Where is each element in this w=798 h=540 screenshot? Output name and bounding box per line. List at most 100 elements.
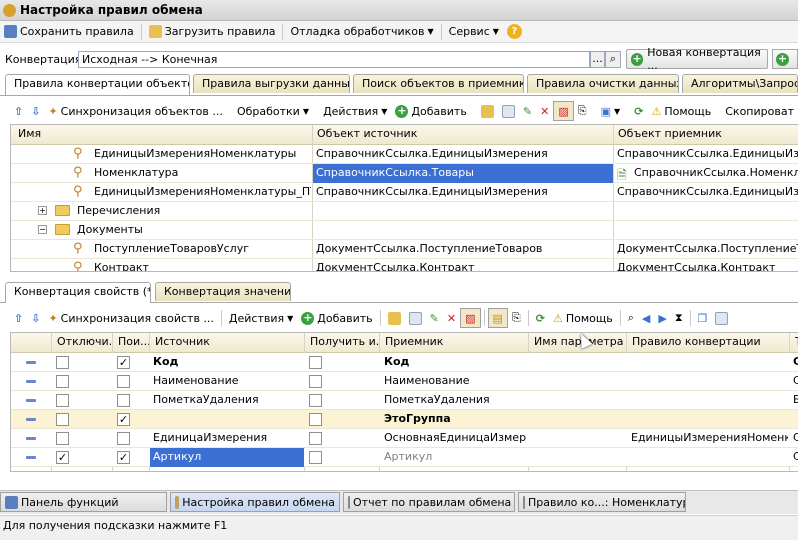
prev-button[interactable]: ◀ [638, 308, 654, 328]
get-checkbox[interactable] [309, 413, 322, 426]
col-type[interactable]: Т [792, 333, 798, 351]
conversion-field[interactable]: Исходная --> Конечная [78, 51, 590, 68]
add-folder-button[interactable] [477, 101, 498, 121]
col-disable[interactable]: Отключи... [54, 333, 112, 351]
tab-object-conversion-rules[interactable]: Правила конвертации объектов [5, 74, 190, 95]
actions-menu[interactable]: Действия ▼ [225, 308, 297, 328]
table-row[interactable]: ⚲ ПоступлениеТоваровУслуг ДокументСсылка.П… [11, 240, 798, 259]
add-button[interactable]: + Добавить [391, 101, 470, 121]
actions-menu[interactable]: Действия ▼ [319, 101, 391, 121]
sort-button[interactable]: ⧗ [671, 308, 687, 328]
add-folder-button[interactable] [384, 308, 405, 328]
search-checkbox[interactable] [117, 394, 130, 407]
tab-export-rules[interactable]: Правила выгрузки данных [193, 74, 350, 93]
get-checkbox[interactable] [309, 375, 322, 388]
sync-properties-button[interactable]: ✦ Синхронизация свойств ... [44, 308, 217, 328]
get-checkbox[interactable] [309, 432, 322, 445]
expand-icon[interactable]: + [38, 206, 47, 215]
delete-button[interactable]: ✕ [443, 308, 460, 328]
windows-button[interactable]: ❐ [694, 308, 712, 328]
taskbar-exchange-rules[interactable]: Настройка правил обмена [170, 492, 340, 512]
table-row[interactable]: Наименование Наименование С [11, 372, 798, 391]
col-target[interactable]: Приемник [382, 333, 527, 351]
table-row[interactable]: ⚲ Номенклатура СправочникСсылка.Товары 🗎 Спр… [11, 164, 798, 183]
table-row[interactable]: ⚲ Контракт ДокументСсылка.Контракт Документ… [11, 259, 798, 271]
table-row[interactable]: − Документы [11, 221, 798, 240]
load-rules-button[interactable]: Загрузить правила [145, 22, 280, 42]
new-conversion-button[interactable]: + Новая конвертация ... [626, 46, 768, 72]
move-up-button[interactable]: ⇧ [10, 101, 27, 121]
table-row[interactable]: ⚲ ЕдиницыИзмеренияНоменклатуры_ПТУ Справоч… [11, 183, 798, 202]
disable-checkbox[interactable] [56, 356, 69, 369]
get-checkbox[interactable] [309, 356, 322, 369]
get-checkbox[interactable] [309, 394, 322, 407]
col-get[interactable]: Получить и... [307, 333, 379, 351]
search-checkbox[interactable]: ✓ [117, 413, 130, 426]
conversion-browse-button[interactable]: ... [590, 51, 605, 68]
table-row[interactable]: ✓ ✓ Артикул Артикул С [11, 448, 798, 467]
sync-objects-button[interactable]: ✦ Синхронизация объектов ... [44, 101, 226, 121]
conversion-search-button[interactable]: ⌕ [605, 51, 621, 68]
extra-button[interactable]: + [772, 49, 798, 69]
help-button[interactable]: ⚠ Помощь [647, 101, 715, 121]
find-button[interactable]: ⌕ [624, 308, 638, 328]
col-source[interactable]: Объект источник [314, 125, 417, 143]
edit-button[interactable]: ✎ [426, 308, 443, 328]
search-checkbox[interactable] [117, 375, 130, 388]
disable-checkbox[interactable] [56, 394, 69, 407]
add-button[interactable]: + Добавить [297, 308, 376, 328]
mark-delete-button[interactable]: ▨ [553, 101, 574, 121]
table-row[interactable]: + Перечисления [11, 202, 798, 221]
search-checkbox[interactable]: ✓ [117, 356, 130, 369]
move-down-button[interactable]: ⇩ [27, 101, 44, 121]
settings-button[interactable] [711, 308, 732, 328]
table-row[interactable]: ПометкаУдаления ПометкаУдаления Б [11, 391, 798, 410]
search-checkbox[interactable]: ✓ [117, 451, 130, 464]
hierarchy-button[interactable]: ▤ [487, 308, 508, 328]
save-rules-button[interactable]: Сохранить правила [0, 22, 138, 42]
import-button[interactable]: ⎘ [508, 308, 525, 328]
col-source[interactable]: Источник [152, 333, 302, 351]
refresh-button[interactable]: ⟳ [630, 101, 647, 121]
table-row[interactable]: ✓ Код Код С [11, 353, 798, 372]
move-down-button[interactable]: ⇩ [27, 308, 44, 328]
taskbar-rules-report[interactable]: Отчет по правилам обмена ... [343, 492, 515, 512]
table-row[interactable]: ⚲ ЕдиницыИзмеренияНоменклатуры СправочникС… [11, 145, 798, 164]
tab-object-search[interactable]: Поиск объектов в приемнике [353, 74, 524, 93]
search-checkbox[interactable] [117, 432, 130, 445]
tab-property-conversion[interactable]: Конвертация свойств (*) [5, 282, 151, 303]
tab-cleanup-rules[interactable]: Правила очистки данных [527, 74, 679, 93]
service-menu[interactable]: Сервис ▼ [445, 22, 503, 42]
refresh-button[interactable]: ⟳ [532, 308, 549, 328]
processing-menu[interactable]: Обработки ▼ [233, 101, 313, 121]
col-target[interactable]: Объект приемник [615, 125, 722, 143]
table-row[interactable]: ЕдиницаИзмерения ОсновнаяЕдиницаИзмер... Е… [11, 429, 798, 448]
disable-checkbox[interactable] [56, 413, 69, 426]
copy-button[interactable] [405, 308, 426, 328]
taskbar-functions-panel[interactable]: Панель функций [0, 492, 167, 512]
help-button[interactable]: ? [503, 22, 526, 42]
tab-value-conversion[interactable]: Конвертация значений [155, 282, 291, 301]
disable-checkbox[interactable] [56, 432, 69, 445]
help-button[interactable]: ⚠ Помощь [549, 308, 617, 328]
collapse-icon[interactable]: − [38, 225, 47, 234]
move-up-button[interactable]: ⇧ [10, 308, 27, 328]
next-button[interactable]: ▶ [654, 308, 670, 328]
disable-checkbox[interactable]: ✓ [56, 451, 69, 464]
edit-button[interactable]: ✎ [519, 101, 536, 121]
mark-delete-button[interactable]: ▨ [460, 308, 481, 328]
goto-button[interactable]: ▣ ▼ [597, 101, 625, 121]
col-search[interactable]: Пои... [115, 333, 149, 351]
col-conversion-rule[interactable]: Правило конвертации [629, 333, 789, 351]
col-name[interactable]: Имя [15, 125, 41, 143]
table-row[interactable]: ✓ ЭтоГруппа [11, 410, 798, 429]
tab-algorithms[interactable]: Алгоритмы\Запросы [682, 74, 798, 93]
delete-button[interactable]: ✕ [536, 101, 553, 121]
copy-button[interactable] [498, 101, 519, 121]
import-button[interactable]: ⎘ [574, 101, 591, 121]
disable-checkbox[interactable] [56, 375, 69, 388]
debug-handlers-menu[interactable]: Отладка обработчиков ▼ [286, 22, 437, 42]
taskbar-conversion-rule[interactable]: Правило ко...: Номенклатура [518, 492, 686, 512]
copy-rules-button[interactable]: Скопироват [721, 101, 798, 121]
get-checkbox[interactable] [309, 451, 322, 464]
